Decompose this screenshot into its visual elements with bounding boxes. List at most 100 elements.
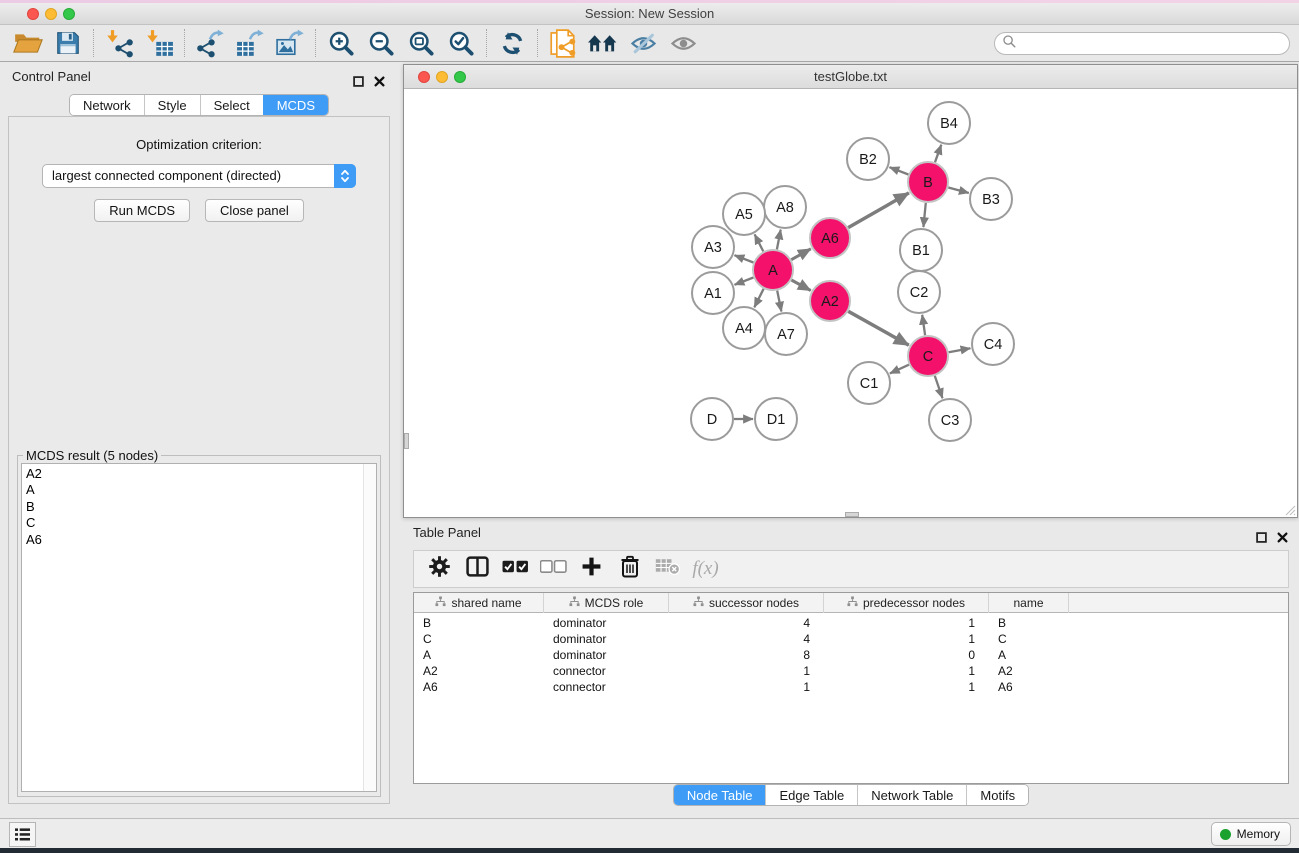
table-cell[interactable]: 1 [824, 631, 989, 647]
graph-node-D1[interactable]: D1 [755, 398, 797, 440]
graph-edge-C-C4[interactable] [949, 348, 971, 352]
table-cell[interactable]: A6 [989, 679, 1069, 695]
criterion-select[interactable]: largest connected component (directed) [42, 164, 356, 188]
zoom-out-button[interactable] [361, 27, 401, 59]
graph-node-B1[interactable]: B1 [900, 229, 942, 271]
table-cell[interactable]: dominator [544, 615, 669, 631]
table-cell[interactable]: 1 [669, 663, 824, 679]
table-cell[interactable]: connector [544, 679, 669, 695]
graph-edge-A-A7[interactable] [777, 291, 781, 312]
graph-node-C1[interactable]: C1 [848, 362, 890, 404]
graph-edge-A-A5[interactable] [755, 234, 764, 251]
close-panel-icon[interactable] [374, 70, 386, 82]
graph-node-C4[interactable]: C4 [972, 323, 1014, 365]
graph-node-A5[interactable]: A5 [723, 193, 765, 235]
run-mcds-button[interactable]: Run MCDS [94, 199, 190, 222]
function-builder-button[interactable]: f(x) [690, 554, 721, 584]
table-cell[interactable]: A6 [414, 679, 544, 695]
mcds-result-item[interactable]: A6 [22, 532, 376, 548]
delete-columns-button[interactable] [614, 554, 645, 584]
graph-node-D[interactable]: D [691, 398, 733, 440]
delete-table-button[interactable] [652, 554, 683, 584]
table-row[interactable]: Adominator80A [414, 647, 1288, 663]
graph-edge-A2-C[interactable] [848, 311, 909, 345]
table-cell[interactable]: C [414, 631, 544, 647]
close-traffic-light[interactable] [27, 8, 39, 20]
graph-node-B[interactable]: B [908, 162, 948, 202]
table-row[interactable]: Cdominator41C [414, 631, 1288, 647]
network-zoom-traffic-light[interactable] [454, 71, 466, 83]
select-all-rows-button[interactable] [500, 554, 531, 584]
table-cell[interactable]: 0 [824, 647, 989, 663]
minimize-traffic-light[interactable] [45, 8, 57, 20]
graph-edge-B-B1[interactable] [923, 203, 925, 227]
close-panel-button[interactable]: Close panel [205, 199, 304, 222]
table-cell[interactable]: dominator [544, 647, 669, 663]
graph-node-A3[interactable]: A3 [692, 226, 734, 268]
search-input[interactable] [1021, 35, 1289, 53]
new-network-from-selection-button[interactable] [543, 27, 583, 59]
column-header-name[interactable]: name [989, 593, 1069, 613]
show-columns-button[interactable] [462, 554, 493, 584]
splitter-handle-left[interactable] [404, 433, 409, 449]
memory-button[interactable]: Memory [1211, 822, 1291, 846]
zoom-in-button[interactable] [321, 27, 361, 59]
graph-node-A4[interactable]: A4 [723, 307, 765, 349]
column-header-shared-name[interactable]: shared name [414, 593, 544, 613]
table-cell[interactable]: 1 [824, 679, 989, 695]
graph-edge-A-A3[interactable] [735, 255, 754, 262]
graph-node-B3[interactable]: B3 [970, 178, 1012, 220]
graph-edge-A-A4[interactable] [754, 289, 763, 308]
zoom-selected-button[interactable] [441, 27, 481, 59]
export-image-button[interactable] [270, 27, 310, 59]
mcds-result-item[interactable]: C [22, 515, 376, 531]
graph-edge-A6-B[interactable] [848, 193, 909, 228]
graph-node-C2[interactable]: C2 [898, 271, 940, 313]
task-history-button[interactable] [9, 822, 36, 847]
table-cell[interactable]: 4 [669, 631, 824, 647]
tab-node-table[interactable]: Node Table [674, 785, 766, 805]
graph-node-A7[interactable]: A7 [765, 313, 807, 355]
tab-motifs[interactable]: Motifs [966, 785, 1028, 805]
graph-node-B2[interactable]: B2 [847, 138, 889, 180]
zoom-traffic-light[interactable] [63, 8, 75, 20]
search-field[interactable] [994, 32, 1290, 55]
tab-network-table[interactable]: Network Table [857, 785, 966, 805]
deselect-all-rows-button[interactable] [538, 554, 569, 584]
network-canvas[interactable]: B4B2BB3A8A5A6A3B1AA1C2A2A4A7C4CC1C3DD1 [404, 89, 1297, 517]
graph-node-B4[interactable]: B4 [928, 102, 970, 144]
save-session-button[interactable] [48, 27, 88, 59]
graph-node-A8[interactable]: A8 [764, 186, 806, 228]
graph-node-A6[interactable]: A6 [810, 218, 850, 258]
float-table-panel-icon[interactable] [1256, 526, 1268, 538]
network-close-traffic-light[interactable] [418, 71, 430, 83]
create-column-button[interactable] [576, 554, 607, 584]
hide-selected-button[interactable] [623, 27, 663, 59]
table-row[interactable]: A6connector11A6 [414, 679, 1288, 695]
graph-edge-C-C2[interactable] [922, 315, 925, 335]
table-cell[interactable]: B [414, 615, 544, 631]
graph-node-C3[interactable]: C3 [929, 399, 971, 441]
table-cell[interactable]: 1 [824, 615, 989, 631]
table-cell[interactable]: A [989, 647, 1069, 663]
table-mode-button[interactable] [424, 554, 455, 584]
tab-network[interactable]: Network [70, 95, 144, 115]
graph-edge-B-B4[interactable] [935, 145, 941, 163]
float-panel-icon[interactable] [353, 70, 365, 82]
table-cell[interactable]: A [414, 647, 544, 663]
import-network-button[interactable] [99, 27, 139, 59]
apply-layout-button[interactable] [492, 27, 532, 59]
graph-node-A2[interactable]: A2 [810, 281, 850, 321]
column-header-predecessor-nodes[interactable]: predecessor nodes [824, 593, 989, 613]
close-table-panel-icon[interactable] [1277, 526, 1289, 538]
table-cell[interactable]: B [989, 615, 1069, 631]
zoom-fit-button[interactable] [401, 27, 441, 59]
tab-edge-table[interactable]: Edge Table [765, 785, 857, 805]
import-table-button[interactable] [139, 27, 179, 59]
graph-node-A1[interactable]: A1 [692, 272, 734, 314]
export-table-button[interactable] [230, 27, 270, 59]
table-row[interactable]: Bdominator41B [414, 615, 1288, 631]
table-cell[interactable]: 4 [669, 615, 824, 631]
graph-node-A[interactable]: A [753, 250, 793, 290]
mcds-list-scrollbar[interactable] [363, 464, 376, 791]
